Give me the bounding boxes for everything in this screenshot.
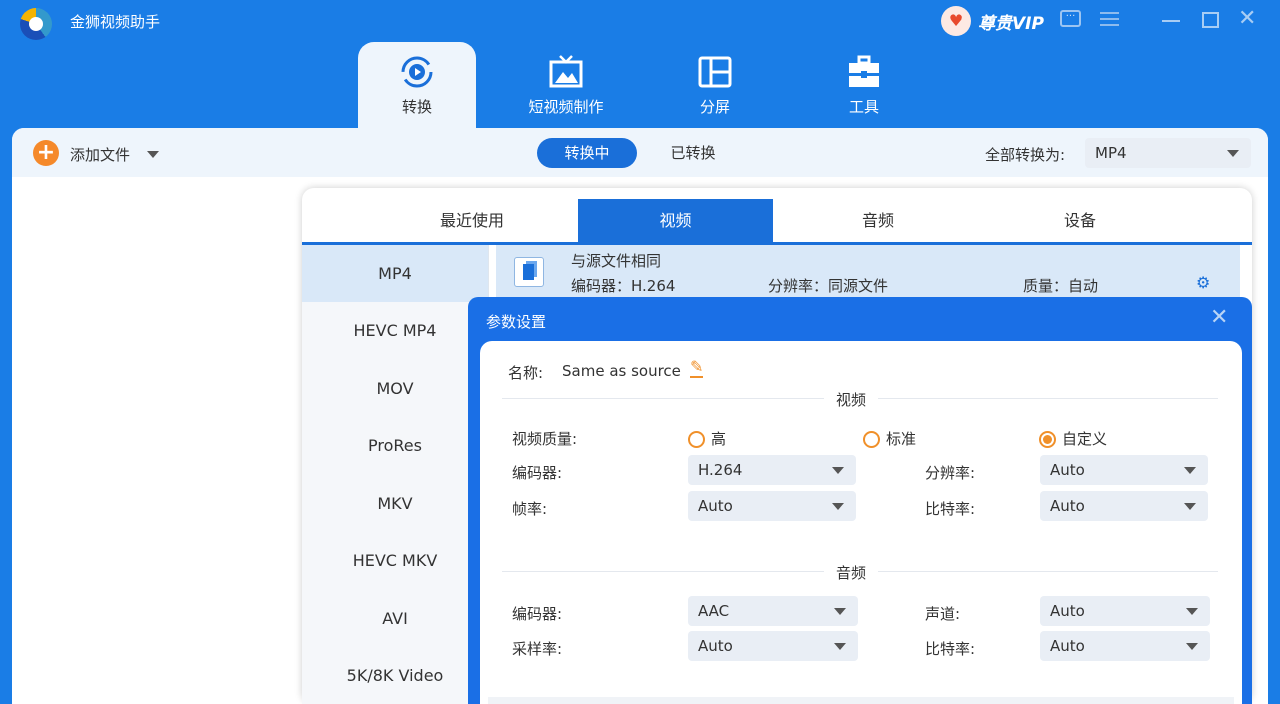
audio-encoder-select[interactable]: AAC xyxy=(688,596,858,626)
radio-icon xyxy=(688,431,705,448)
audio-bitrate-select[interactable]: Auto xyxy=(1040,631,1210,661)
chevron-down-icon xyxy=(1227,150,1239,157)
format-item[interactable]: AVI xyxy=(302,590,488,647)
feedback-icon[interactable]: ··· xyxy=(1060,10,1081,27)
select-value: Auto xyxy=(1050,637,1085,655)
audio-section-title: 音频 xyxy=(824,562,879,583)
name-label: 名称: xyxy=(508,364,544,382)
video-encoder-label: 编码器: xyxy=(512,464,563,482)
quality-custom-radio[interactable]: 自定义 xyxy=(1039,428,1107,449)
select-value: Auto xyxy=(1050,497,1085,515)
sample-rate-label: 采样率: xyxy=(512,640,563,658)
video-section-title: 视频 xyxy=(824,389,879,410)
tab-label: 工具 xyxy=(848,98,879,116)
chevron-down-icon xyxy=(1186,643,1198,650)
vip-icon[interactable]: ♥ xyxy=(941,6,971,36)
radio-checked-icon xyxy=(1039,431,1056,448)
preset-quality: 质量：自动 xyxy=(1023,277,1099,295)
add-file-dropdown-icon[interactable] xyxy=(147,151,159,158)
frame-rate-select[interactable]: Auto xyxy=(688,491,856,521)
add-icon[interactable]: + xyxy=(33,140,59,166)
chevron-down-icon xyxy=(1186,608,1198,615)
convert-all-select[interactable]: MP4 xyxy=(1085,138,1251,168)
tab-label: 分屏 xyxy=(699,98,730,116)
format-item[interactable]: HEVC MP4 xyxy=(302,302,488,359)
chevron-down-icon xyxy=(832,503,844,510)
format-item[interactable]: MP4 xyxy=(302,245,488,302)
video-bitrate-label: 比特率: xyxy=(925,500,976,518)
select-value: Auto xyxy=(1050,461,1085,479)
preset-title: 与源文件相同 xyxy=(571,252,662,270)
format-tab-audio[interactable]: 音频 xyxy=(778,199,978,242)
edit-icon[interactable]: ✎ xyxy=(690,358,704,378)
audio-bitrate-label: 比特率: xyxy=(925,640,976,658)
radio-icon xyxy=(863,431,880,448)
tab-label: 短视频制作 xyxy=(528,98,604,116)
channel-select[interactable]: Auto xyxy=(1040,596,1210,626)
radio-label: 标准 xyxy=(886,430,917,448)
quality-label: 视频质量: xyxy=(512,430,578,448)
select-value: H.264 xyxy=(698,461,743,479)
radio-label: 自定义 xyxy=(1062,430,1108,448)
converted-tab[interactable]: 已转换 xyxy=(643,138,743,168)
chevron-down-icon xyxy=(1184,503,1196,510)
convert-all-label: 全部转换为: xyxy=(985,146,1066,164)
video-bitrate-select[interactable]: Auto xyxy=(1040,491,1208,521)
format-tab-recent[interactable]: 最近使用 xyxy=(372,199,572,242)
convert-all-value: MP4 xyxy=(1095,144,1127,162)
dialog-title: 参数设置 xyxy=(486,313,547,331)
dialog-close-icon[interactable]: ✕ xyxy=(1210,305,1228,330)
chevron-down-icon xyxy=(1184,467,1196,474)
app-title: 金狮视频助手 xyxy=(70,13,161,31)
app-logo xyxy=(20,8,52,40)
select-value: Auto xyxy=(698,497,733,515)
tab-split-screen[interactable]: 分屏 xyxy=(656,42,774,128)
sample-rate-select[interactable]: Auto xyxy=(688,631,858,661)
chevron-down-icon xyxy=(832,467,844,474)
select-value: AAC xyxy=(698,602,730,620)
format-item[interactable]: HEVC MKV xyxy=(302,532,488,589)
split-screen-icon xyxy=(698,56,732,88)
minimize-icon[interactable] xyxy=(1162,20,1180,22)
channel-label: 声道: xyxy=(925,605,961,623)
format-tab-video[interactable]: 视频 xyxy=(578,199,773,242)
format-tab-device[interactable]: 设备 xyxy=(980,199,1180,242)
quality-standard-radio[interactable]: 标准 xyxy=(863,428,916,449)
select-value: Auto xyxy=(1050,602,1085,620)
dialog-footer-edge xyxy=(488,697,1234,704)
tab-convert[interactable]: 转换 xyxy=(358,42,476,128)
tab-tools[interactable]: 工具 xyxy=(805,42,923,128)
toolbar xyxy=(12,128,1268,177)
resolution-label: 分辨率: xyxy=(925,464,976,482)
frame-rate-label: 帧率: xyxy=(512,500,548,518)
convert-icon xyxy=(401,56,433,88)
radio-label: 高 xyxy=(711,430,727,448)
maximize-icon[interactable] xyxy=(1202,12,1219,28)
tab-label: 转换 xyxy=(401,98,432,116)
add-file-button[interactable]: 添加文件 xyxy=(70,144,130,165)
menu-icon[interactable] xyxy=(1100,12,1119,26)
gear-icon[interactable]: ⚙ xyxy=(1196,273,1210,292)
chevron-down-icon xyxy=(834,643,846,650)
audio-encoder-label: 编码器: xyxy=(512,605,563,623)
vip-label[interactable]: 尊贵VIP xyxy=(978,9,1044,34)
close-icon[interactable]: ✕ xyxy=(1238,6,1256,31)
resolution-select[interactable]: Auto xyxy=(1040,455,1208,485)
format-item[interactable]: MOV xyxy=(302,360,488,417)
format-item[interactable]: MKV xyxy=(302,475,488,532)
format-item[interactable]: 5K/8K Video xyxy=(302,647,488,704)
quality-high-radio[interactable]: 高 xyxy=(688,428,726,449)
preset-resolution: 分辨率：同源文件 xyxy=(768,277,889,295)
select-value: Auto xyxy=(698,637,733,655)
tv-icon xyxy=(549,55,583,88)
preset-encoder: 编码器：H.264 xyxy=(571,277,676,295)
name-value: Same as source xyxy=(562,362,681,380)
tab-short-video[interactable]: 短视频制作 xyxy=(507,42,625,128)
chevron-down-icon xyxy=(834,608,846,615)
toolbox-icon xyxy=(849,55,879,87)
preset-icon xyxy=(514,257,544,287)
converting-tab[interactable]: 转换中 xyxy=(537,138,637,168)
video-encoder-select[interactable]: H.264 xyxy=(688,455,856,485)
format-item[interactable]: ProRes xyxy=(302,417,488,474)
